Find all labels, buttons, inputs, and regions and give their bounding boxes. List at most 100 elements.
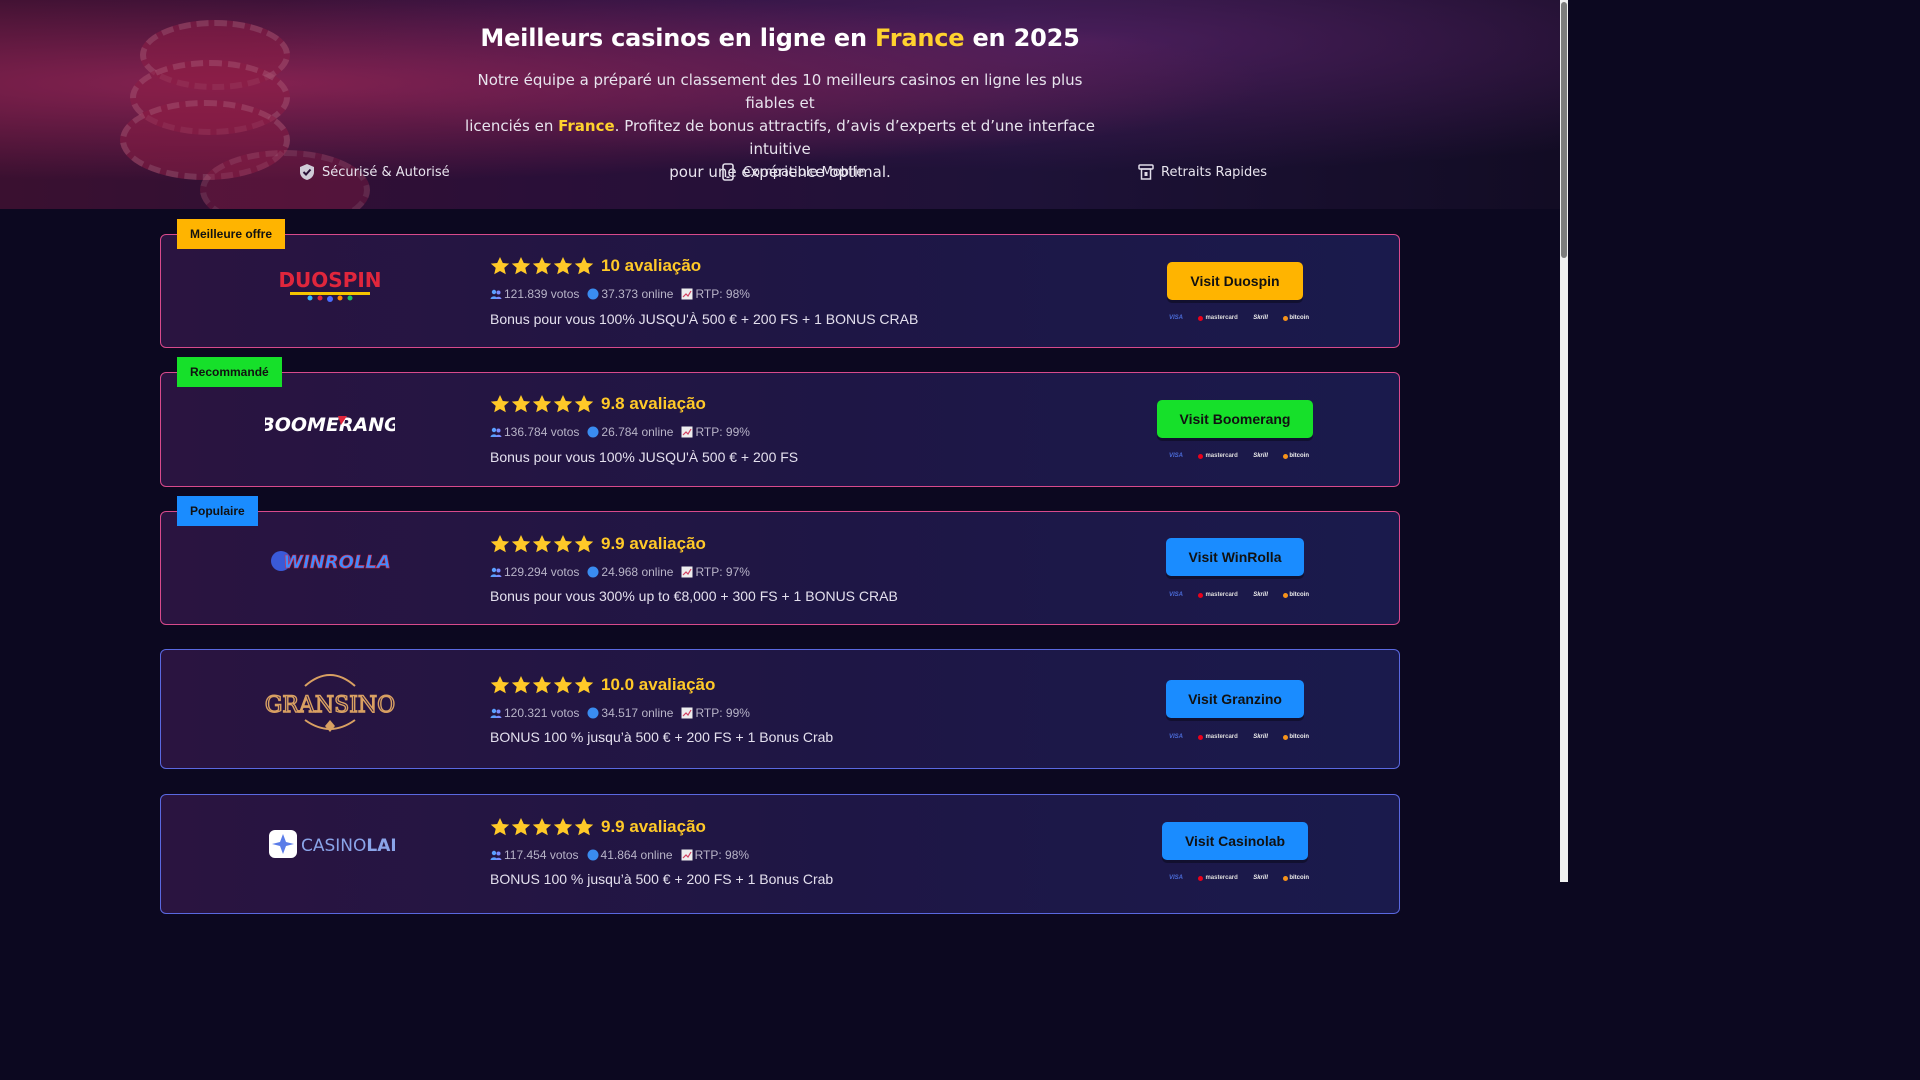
mastercard-logo: mastercard	[1198, 453, 1238, 459]
star-icon	[490, 676, 510, 694]
visa-logo: VISA	[1169, 734, 1184, 740]
star-icon	[553, 535, 573, 553]
bitcoin-logo: bitcoin	[1283, 734, 1309, 740]
skrill-logo: Skrill	[1253, 453, 1268, 459]
star-icon	[553, 818, 573, 836]
bitcoin-logo: bitcoin	[1283, 453, 1309, 459]
payment-methods: VISA mastercard Skrill bitcoin	[1169, 592, 1309, 598]
casinolab-logo-text: CASINOLAB	[301, 836, 395, 856]
shield-check-icon	[299, 163, 315, 181]
star-icon	[553, 257, 573, 275]
star-icon	[574, 395, 594, 413]
bonus-text: Bonus pour vous 300% up to €8,000 + 300 …	[490, 588, 898, 604]
star-icon	[511, 535, 531, 553]
scrollbar-thumb[interactable]	[1561, 2, 1567, 258]
badge-recommended: Recommandé	[177, 357, 282, 387]
users-icon	[490, 708, 502, 718]
bonus-text: Bonus pour vous 100% JUSQU'À 500 € + 200…	[490, 311, 919, 327]
stats-line: 117.454 votos 41.864 online RTP: 98%	[490, 848, 749, 862]
visit-boomerang-button[interactable]: Visit Boomerang	[1157, 400, 1313, 438]
visit-winrolla-button[interactable]: Visit WinRolla	[1166, 538, 1304, 576]
online-globe-icon	[587, 849, 599, 861]
hero-banner: Meilleurs casinos en ligne en France en …	[0, 0, 1560, 209]
star-icon	[532, 676, 552, 694]
users-icon	[490, 289, 502, 299]
mastercard-logo: mastercard	[1198, 875, 1238, 881]
star-icon	[511, 395, 531, 413]
star-icon	[553, 676, 573, 694]
bitcoin-logo: bitcoin	[1283, 875, 1309, 881]
payment-methods: VISA mastercard Skrill bitcoin	[1169, 315, 1309, 321]
star-icon	[532, 257, 552, 275]
star-icon	[574, 676, 594, 694]
casino-card: Populaire WINROLLA 9.9 avaliação 129.294…	[160, 496, 1400, 625]
chart-icon	[681, 707, 693, 719]
mastercard-logo: mastercard	[1198, 315, 1238, 321]
page-scrollbar[interactable]	[1560, 0, 1568, 882]
payment-methods: VISA mastercard Skrill bitcoin	[1169, 875, 1309, 881]
stats-line: 120.321 votos 34.517 online RTP: 99%	[490, 706, 750, 720]
payment-methods: VISA mastercard Skrill bitcoin	[1169, 734, 1309, 740]
casino-logo-winrolla[interactable]: WINROLLA	[265, 544, 395, 578]
users-icon	[490, 850, 502, 860]
star-icon	[553, 395, 573, 413]
winrolla-logo-text: WINROLLA	[283, 552, 391, 573]
chart-icon	[681, 566, 693, 578]
visa-logo: VISA	[1169, 875, 1184, 881]
visit-duospin-button[interactable]: Visit Duospin	[1167, 262, 1303, 300]
star-icon	[574, 535, 594, 553]
visit-granzino-button[interactable]: Visit Granzino	[1166, 680, 1304, 718]
rating: 10 avaliação	[490, 256, 701, 276]
page-title: Meilleurs casinos en ligne en France en …	[480, 24, 1080, 52]
rating-text: 9.8 avaliação	[601, 394, 706, 413]
bonus-text: BONUS 100 % jusqu’à 500 € + 200 FS + 1 B…	[490, 729, 834, 745]
chart-icon	[681, 288, 693, 300]
visit-casinolab-button[interactable]: Visit Casinolab	[1162, 822, 1308, 860]
casino-logo-casinolab[interactable]: CASINOLAB	[265, 829, 395, 859]
gransino-logo-text: GRANSINO	[265, 693, 395, 718]
users-icon	[490, 567, 502, 577]
badge-best-offer: Meilleure offre	[177, 219, 286, 249]
chart-icon	[681, 849, 693, 861]
rating-text: 10.0 avaliação	[601, 675, 716, 694]
stats-line: 121.839 votos 37.373 online RTP: 98%	[490, 287, 750, 301]
casino-logo-boomerang[interactable]: BOOMERANG	[265, 409, 395, 439]
bonus-text: Bonus pour vous 100% JUSQU'À 500 € + 200…	[490, 449, 799, 465]
star-icon	[511, 257, 531, 275]
title-highlight-country: France	[875, 24, 965, 52]
stats-line: 136.784 votos 26.784 online RTP: 99%	[490, 425, 750, 439]
star-icon	[490, 535, 510, 553]
star-icon	[532, 535, 552, 553]
mastercard-logo: mastercard	[1198, 592, 1238, 598]
casino-logo-duospin[interactable]: DUOSPIN	[265, 265, 395, 305]
badge-popular: Populaire	[177, 496, 258, 526]
casino-card: Meilleure offre DUOSPIN 10 avaliação 121…	[160, 219, 1400, 348]
bitcoin-logo: bitcoin	[1283, 592, 1309, 598]
casino-card: CASINOLAB 9.9 avaliação 117.454 votos 41…	[160, 794, 1400, 914]
skrill-logo: Skrill	[1253, 315, 1268, 321]
star-icon	[490, 257, 510, 275]
star-icon	[490, 395, 510, 413]
star-icon	[574, 818, 594, 836]
visa-logo: VISA	[1169, 592, 1184, 598]
users-icon	[490, 427, 502, 437]
visa-logo: VISA	[1169, 315, 1184, 321]
online-globe-icon	[587, 426, 599, 438]
atm-withdraw-icon	[1138, 163, 1154, 181]
desc-highlight-country: France	[558, 117, 615, 135]
duospin-logo-text: DUOSPIN	[278, 268, 381, 292]
casino-card: GRANSINO 10.0 avaliação 120.321 votos 34…	[160, 649, 1400, 769]
rating: 10.0 avaliação	[490, 675, 715, 695]
star-icon	[532, 395, 552, 413]
bonus-text: BONUS 100 % jusqu’à 500 € + 200 FS + 1 B…	[490, 871, 834, 887]
stats-line: 129.294 votos 24.968 online RTP: 97%	[490, 565, 750, 579]
casino-logo-gransino[interactable]: GRANSINO	[265, 668, 395, 738]
skrill-logo: Skrill	[1253, 734, 1268, 740]
mobile-phone-icon	[720, 163, 736, 181]
feature-secure: Sécurisé & Autorisé	[299, 163, 450, 181]
star-icon	[574, 257, 594, 275]
payment-methods: VISA mastercard Skrill bitcoin	[1169, 453, 1309, 459]
star-icon	[490, 818, 510, 836]
bitcoin-logo: bitcoin	[1283, 315, 1309, 321]
feature-mobile: Compatible Mobile	[720, 163, 864, 181]
